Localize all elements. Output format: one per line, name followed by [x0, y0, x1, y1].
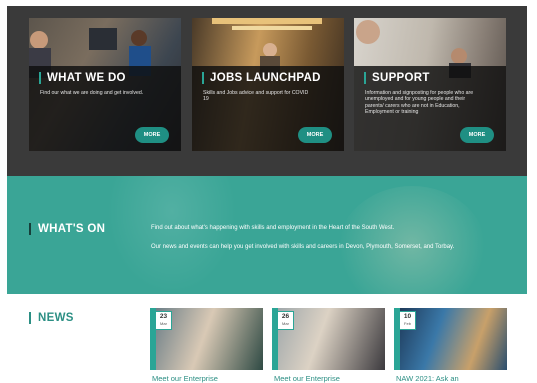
card-support[interactable]: SUPPORT Information and signposting for …: [354, 18, 506, 151]
news-heading: NEWS: [29, 312, 74, 324]
card-description: Information and signposting for people w…: [365, 90, 474, 116]
whats-on-section: WHAT'S ON Find out about what's happenin…: [7, 176, 527, 294]
date-day: 10: [403, 313, 412, 320]
page-frame: WHAT WE DO Find our what we are doing an…: [7, 6, 527, 383]
card-description: Find our what we are doing and get invol…: [40, 90, 144, 96]
card-title: JOBS LAUNCHPAD: [202, 72, 321, 84]
card-description: Skills and Jobs advice and support for C…: [203, 90, 309, 103]
news-card[interactable]: 26 Mar: [272, 308, 385, 370]
date-badge: 10 Feb: [399, 311, 416, 330]
date-month: Feb: [404, 321, 411, 326]
news-card[interactable]: 23 Mar: [150, 308, 263, 370]
whats-on-heading: WHAT'S ON: [29, 223, 105, 235]
more-button[interactable]: MORE: [135, 127, 169, 143]
feature-cards-section: WHAT WE DO Find our what we are doing an…: [7, 6, 527, 176]
news-title-link[interactable]: Meet our Enterprise: [274, 374, 340, 383]
news-section: NEWS 23 Mar 26 Mar 10 Feb Meet our Enter…: [7, 294, 527, 383]
more-button[interactable]: MORE: [460, 127, 494, 143]
card-jobs-launchpad[interactable]: JOBS LAUNCHPAD Skills and Jobs advice an…: [192, 18, 344, 151]
card-title: WHAT WE DO: [39, 72, 126, 84]
news-thumbnail: [278, 308, 385, 370]
news-thumbnail: [400, 308, 507, 370]
background-figure: [107, 176, 237, 294]
date-badge: 23 Mar: [155, 311, 172, 330]
date-day: 23: [159, 313, 168, 320]
date-month: Mar: [160, 321, 167, 326]
background-face: [337, 186, 487, 294]
whats-on-intro: Find out about what's happening with ski…: [151, 225, 395, 231]
date-badge: 26 Mar: [277, 311, 294, 330]
card-title: SUPPORT: [364, 72, 430, 84]
whats-on-description: Our news and events can help you get inv…: [151, 244, 455, 250]
date-month: Mar: [282, 321, 289, 326]
news-thumbnail: [156, 308, 263, 370]
more-button[interactable]: MORE: [298, 127, 332, 143]
date-day: 26: [281, 313, 290, 320]
news-card[interactable]: 10 Feb: [394, 308, 507, 370]
card-what-we-do[interactable]: WHAT WE DO Find our what we are doing an…: [29, 18, 181, 151]
news-title-link[interactable]: Meet our Enterprise: [152, 374, 218, 383]
news-title-link[interactable]: NAW 2021: Ask an: [396, 374, 459, 383]
